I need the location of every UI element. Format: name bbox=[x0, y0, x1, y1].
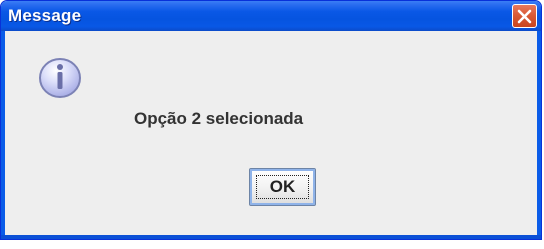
title-bar[interactable]: Message bbox=[1, 1, 541, 31]
message-text: Opção 2 selecionada bbox=[134, 109, 304, 128]
dialog-title: Message bbox=[8, 6, 82, 25]
message-dialog: Message Opção 2 selecionada OK bbox=[0, 0, 542, 240]
window-frame-bottom bbox=[1, 235, 541, 239]
ok-button-label: OK bbox=[269, 177, 296, 196]
window-frame-right bbox=[537, 31, 541, 239]
information-icon bbox=[39, 58, 81, 98]
close-icon bbox=[517, 9, 532, 23]
ok-button[interactable]: OK bbox=[249, 168, 316, 206]
close-button[interactable] bbox=[512, 4, 537, 28]
